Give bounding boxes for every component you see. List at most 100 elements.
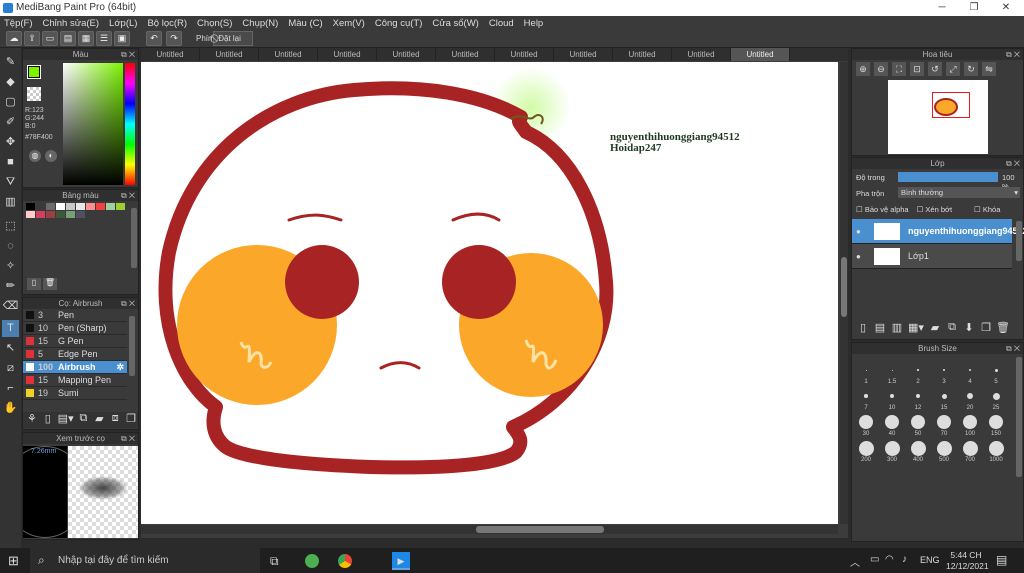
palette-swatch[interactable] [96, 203, 105, 210]
pen-tool-icon[interactable]: ✐ [2, 114, 19, 131]
brush-size-option[interactable]: 1000 [984, 440, 1008, 466]
foreground-color-swatch[interactable] [27, 65, 41, 79]
document-tab[interactable]: Untitled [613, 48, 672, 61]
brush-settings-icon[interactable]: ❐ [124, 412, 138, 428]
close-button[interactable]: ✕ [990, 0, 1022, 16]
brush-item[interactable]: 3 Pen [23, 309, 127, 322]
visibility-icon[interactable]: ● [856, 252, 861, 261]
select-tool-icon[interactable]: ⬚ [2, 218, 19, 235]
windows-start-icon[interactable]: ⊞ [8, 554, 22, 568]
palette-swatch[interactable] [46, 203, 55, 210]
gradient-tool-icon[interactable]: ▥ [2, 194, 19, 211]
panel-icon[interactable]: ▤ [60, 31, 76, 46]
document-tab[interactable]: Untitled [672, 48, 731, 61]
new-8bit-layer-icon[interactable]: ▥ [890, 321, 904, 337]
palette-swatch[interactable] [66, 203, 75, 210]
palette-swatch[interactable] [26, 203, 35, 210]
color-adjust-icon[interactable]: ◐ [45, 150, 57, 162]
layer-folder-icon[interactable]: ▰ [928, 321, 942, 337]
menu-tools[interactable]: Công cụ(T) [375, 18, 423, 29]
drawing-canvas[interactable]: nguyenthihuonggiang94512 Hoidap247 [141, 62, 838, 524]
menu-help[interactable]: Help [524, 18, 544, 29]
app-icon-1[interactable] [305, 554, 319, 568]
brush-size-option[interactable]: 2 [906, 362, 930, 388]
document-tab[interactable]: Untitled [554, 48, 613, 61]
new-halftone-layer-icon[interactable]: ▤ [873, 321, 887, 337]
select-pen-icon[interactable]: ✏ [2, 278, 19, 295]
grid-icon[interactable]: ▦ [78, 31, 94, 46]
language-indicator[interactable]: ENG [920, 555, 940, 565]
menu-view[interactable]: Xem(V) [333, 18, 365, 29]
rotate-left-icon[interactable]: ↺ [928, 62, 942, 76]
brush-scrollbar[interactable] [129, 316, 135, 376]
brush-size-option[interactable]: 200 [854, 440, 878, 466]
brush-size-option[interactable]: 1 [854, 362, 878, 388]
menu-layer[interactable]: Lớp(L) [109, 18, 137, 29]
select-eraser-icon[interactable]: ⌫ [2, 298, 19, 315]
brush-size-option[interactable]: 20 [958, 388, 982, 414]
layer-item[interactable]: ● Lớp1 [852, 244, 1012, 269]
duplicate-layer-icon[interactable]: ⧉ [945, 321, 959, 337]
new-page-icon[interactable]: ▯ [27, 278, 41, 290]
brush-size-option[interactable]: 25 [984, 388, 1008, 414]
menu-filter[interactable]: Bộ lọc(R) [147, 18, 187, 29]
brush-size-option[interactable]: 70 [932, 414, 956, 440]
brush-size-option[interactable]: 12 [906, 388, 930, 414]
brush-size-option[interactable]: 40 [880, 414, 904, 440]
palette-swatch[interactable] [66, 211, 75, 218]
hand-tool-icon[interactable]: ✋ [2, 400, 19, 417]
brush-size-option[interactable]: 400 [906, 440, 930, 466]
brush-size-option[interactable]: 50 [906, 414, 930, 440]
document-tab[interactable]: Untitled [495, 48, 554, 61]
brush-item[interactable]: 19 Sumi [23, 387, 127, 400]
menu-snap[interactable]: Chụp(N) [242, 18, 278, 29]
palette-swatch[interactable] [76, 203, 85, 210]
brush-size-option[interactable]: 15 [932, 388, 956, 414]
move-tool-icon[interactable]: ✥ [2, 134, 19, 151]
brush-size-option[interactable]: 4 [958, 362, 982, 388]
opacity-slider[interactable] [898, 172, 998, 182]
document-tab[interactable]: Untitled [259, 48, 318, 61]
vertical-scrollbar[interactable] [840, 62, 848, 524]
bucket-tool-icon[interactable]: ⛛ [2, 174, 19, 191]
brush-item[interactable]: 15 G Pen [23, 335, 127, 348]
zoom-in-icon[interactable]: ⊕ [856, 62, 870, 76]
document-tab-active[interactable]: Untitled [731, 48, 790, 61]
brush-tool-icon[interactable]: ✎ [2, 54, 19, 71]
chrome-icon[interactable] [338, 554, 352, 568]
upload-icon[interactable]: ⇪ [24, 31, 40, 46]
palette-scrollbar[interactable] [131, 208, 137, 268]
brush-size-option[interactable]: 150 [984, 414, 1008, 440]
document-tab[interactable]: Untitled [377, 48, 436, 61]
palette-swatch[interactable] [36, 211, 45, 218]
palette-swatch[interactable] [36, 203, 45, 210]
layer-scrollbar[interactable] [1016, 221, 1022, 261]
horizontal-scrollbar[interactable] [141, 525, 838, 534]
divide-tool-icon[interactable]: ⧄ [2, 360, 19, 377]
brush-size-option[interactable]: 700 [958, 440, 982, 466]
redo-button[interactable]: ↷ [166, 31, 182, 46]
brush-settings-gear-icon[interactable]: ✲ [116, 362, 124, 373]
brush-window-icon[interactable]: ⧈ [108, 412, 122, 428]
operation-tool-icon[interactable]: ↖ [2, 340, 19, 357]
document-tab[interactable]: Untitled [318, 48, 377, 61]
brush-add-icon[interactable]: ⚘ [25, 412, 39, 428]
menu-select[interactable]: Chọn(S) [197, 18, 232, 29]
palette-swatch[interactable] [76, 211, 85, 218]
undo-button[interactable]: ↶ [146, 31, 162, 46]
flip-icon[interactable]: ⇋ [982, 62, 996, 76]
cloud-icon[interactable]: ☁ [6, 31, 22, 46]
color-wheel-icon[interactable]: ◍ [29, 150, 41, 162]
actual-size-icon[interactable]: ⊡ [910, 62, 924, 76]
navigator-thumbnail[interactable] [888, 80, 988, 154]
volume-icon[interactable]: ♪ [902, 554, 907, 565]
layer-item[interactable]: ● nguyenthihuonggiang94512 [852, 219, 1024, 244]
brush-menu-icon[interactable]: ▤▾ [57, 412, 75, 428]
brush-item[interactable]: 100 Airbrush ✲ [23, 361, 127, 374]
trash-icon[interactable]: 🗑 [43, 278, 57, 290]
lock-checkbox[interactable]: ☐ Khóa [974, 205, 1000, 214]
palette-swatch[interactable] [56, 211, 65, 218]
visibility-icon[interactable]: ● [856, 227, 861, 236]
protect-alpha-checkbox[interactable]: ☐ Bảo vệ alpha [856, 205, 909, 214]
background-color-swatch[interactable] [27, 87, 41, 101]
